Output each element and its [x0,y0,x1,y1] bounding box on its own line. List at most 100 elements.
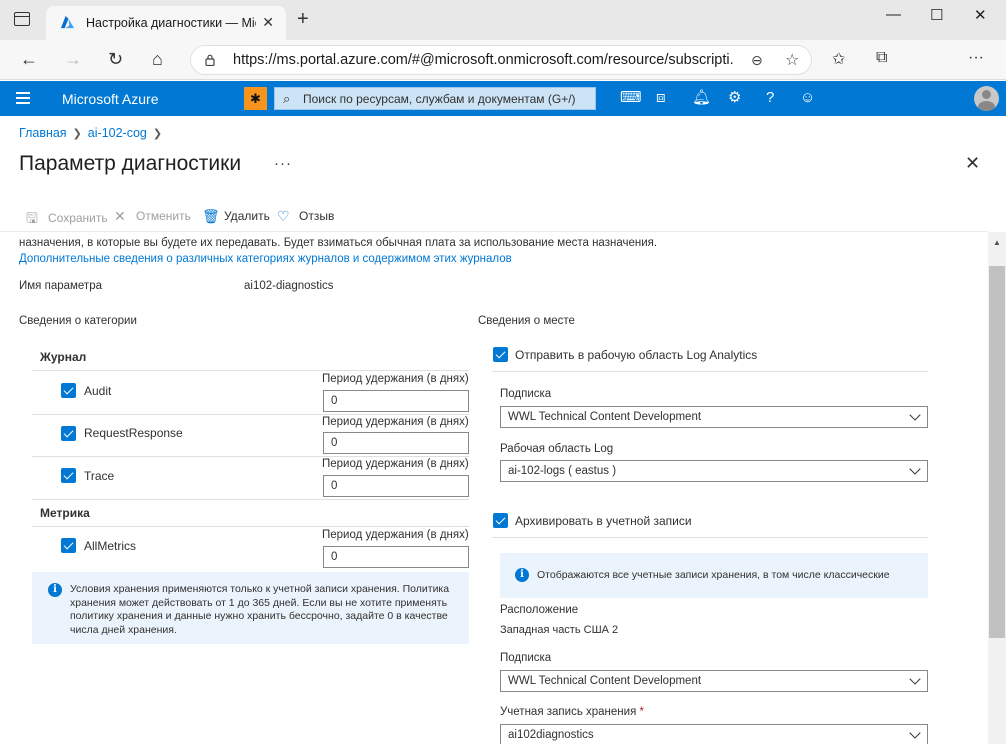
location-label: Расположение [500,604,579,616]
category-name: Audit [84,384,112,398]
search-placeholder[interactable]: Поиск по ресурсам, службам и документам … [303,92,576,106]
category-name: RequestResponse [84,426,183,440]
retention-label: Период удержания (в днях) [322,416,469,428]
chevron-down-icon [909,409,921,421]
storage-account-value[interactable]: ai102diagnostics [508,729,594,741]
add-favorite-icon[interactable]: ☆ [785,50,799,70]
back-icon[interactable]: ← [20,49,38,69]
required-mark: * [639,706,644,718]
search-icon: ⌕ [283,91,291,106]
workspace-value[interactable]: ai-102-logs ( eastus ) [508,465,616,477]
category-name: Trace [84,469,115,483]
scrollbar-thumb[interactable] [989,266,1005,638]
divider [32,526,469,527]
archive-checkbox[interactable] [493,513,508,528]
destination-panel: Отправить в рабочую область Log Analytic… [492,340,932,744]
avatar[interactable] [974,86,999,111]
retention-input[interactable]: 0 [323,546,469,568]
divider [492,537,928,538]
address-bar: ← → ↻ ⌂ https://ms.portal.azure.com/#@mi… [0,40,1006,80]
divider [0,231,988,232]
storage-account-label: Учетная запись хранения * [500,706,644,718]
la-subscription-label: Подписка [500,388,552,400]
setting-name-label: Имя параметра [19,280,102,292]
audit-checkbox[interactable] [61,383,76,398]
chevron-right-icon: ❯ [72,128,82,140]
feedback-button[interactable]: ♡ Отзыв [277,208,334,225]
lock-icon[interactable] [205,54,215,66]
requestresponse-checkbox[interactable] [61,426,76,441]
url-text[interactable]: https://ms.portal.azure.com/#@microsoft.… [233,52,733,68]
la-subscription-dropdown[interactable]: WWL Technical Content Development [500,406,928,428]
retention-info-box: i Условия хранения применяются только к … [32,572,469,644]
chevron-down-icon [909,727,921,739]
tab-close-icon[interactable]: ✕ [262,14,274,31]
help-icon[interactable]: ? [766,90,774,106]
url-field[interactable]: https://ms.portal.azure.com/#@microsoft.… [190,45,812,75]
archive-label[interactable]: Архивировать в учетной записи [515,514,692,528]
minimize-icon[interactable]: — [886,6,901,23]
info-icon: i [515,568,529,582]
settings-icon[interactable]: ⚙ [728,90,741,106]
bug-icon[interactable]: ✱ [244,87,267,110]
trace-checkbox[interactable] [61,468,76,483]
feedback-icon[interactable]: ☺ [800,90,815,106]
forward-icon: → [64,49,82,69]
discard-icon: ✕ [114,208,126,224]
discard-label: Отменить [136,209,191,223]
divider [32,414,469,415]
log-analytics-label[interactable]: Отправить в рабочую область Log Analytic… [515,348,757,362]
scrollbar[interactable]: ▲ [988,232,1006,744]
allmetrics-checkbox[interactable] [61,538,76,553]
cloud-shell-icon[interactable]: ⌨ [620,90,642,106]
close-blade-icon[interactable]: ✕ [965,153,980,174]
menu-icon[interactable] [16,92,30,104]
ar-subscription-value[interactable]: WWL Technical Content Development [508,675,701,687]
home-icon[interactable]: ⌂ [152,49,163,69]
retention-value[interactable]: 0 [331,437,337,449]
la-subscription-value[interactable]: WWL Technical Content Development [508,411,701,423]
description-text: назначения, в которые вы будете их перед… [19,237,658,249]
category-panel: Журнал Audit Период удержания (в днях) 0… [32,340,469,645]
retention-input[interactable]: 0 [323,475,469,497]
retention-input[interactable]: 0 [323,390,469,412]
collections-icon[interactable]: ⧉ [876,49,887,67]
delete-label: Удалить [224,209,270,223]
heart-icon: ♡ [277,208,290,224]
storage-info-box: i Отображаются все учетные записи хранен… [500,553,928,598]
divider [32,370,469,371]
maximize-icon[interactable]: ☐ [930,6,943,24]
more-options-icon[interactable]: ··· [274,155,292,172]
learn-more-link[interactable]: Дополнительные сведения о различных кате… [19,253,512,265]
setting-name-value: ai102-diagnostics [244,280,334,292]
global-search[interactable]: ⌕ Поиск по ресурсам, службам и документа… [274,87,596,110]
tab-actions-icon[interactable] [14,12,30,26]
storage-account-dropdown[interactable]: ai102diagnostics [500,724,928,744]
retention-value[interactable]: 0 [331,395,337,407]
notifications-icon[interactable]: 🔔︎ [692,90,711,106]
window-close-icon[interactable]: ✕ [974,6,987,24]
brand-title[interactable]: Microsoft Azure [62,91,158,107]
workspace-dropdown[interactable]: ai-102-logs ( eastus ) [500,460,928,482]
command-bar: 🖫 Сохранить ✕ Отменить 🗑︎ Удалить ♡ Отзыв [0,205,990,227]
destination-section-title: Сведения о месте [478,315,575,327]
delete-button[interactable]: 🗑︎ Удалить [202,208,270,225]
directory-filter-icon[interactable]: ⧈ [656,90,666,106]
retention-value[interactable]: 0 [331,551,337,563]
ar-subscription-dropdown[interactable]: WWL Technical Content Development [500,670,928,692]
browser-tab[interactable]: Настройка диагностики — Mic ✕ [46,6,286,40]
more-icon[interactable]: ··· [968,49,984,67]
retention-value[interactable]: 0 [331,480,337,492]
breadcrumb: Главная ❯ ai-102-cog ❯ [19,126,168,140]
chevron-down-icon [909,673,921,685]
ar-subscription-label: Подписка [500,652,552,664]
breadcrumb-resource[interactable]: ai-102-cog [88,126,147,140]
zoom-icon[interactable]: ⊖ [751,52,763,69]
breadcrumb-home[interactable]: Главная [19,126,67,140]
log-analytics-checkbox[interactable] [493,347,508,362]
new-tab-icon[interactable]: + [297,9,309,29]
scroll-up-icon[interactable]: ▲ [993,238,1001,247]
favorites-icon[interactable]: ✩ [832,49,845,69]
retention-input[interactable]: 0 [323,432,469,454]
refresh-icon[interactable]: ↻ [108,49,123,69]
